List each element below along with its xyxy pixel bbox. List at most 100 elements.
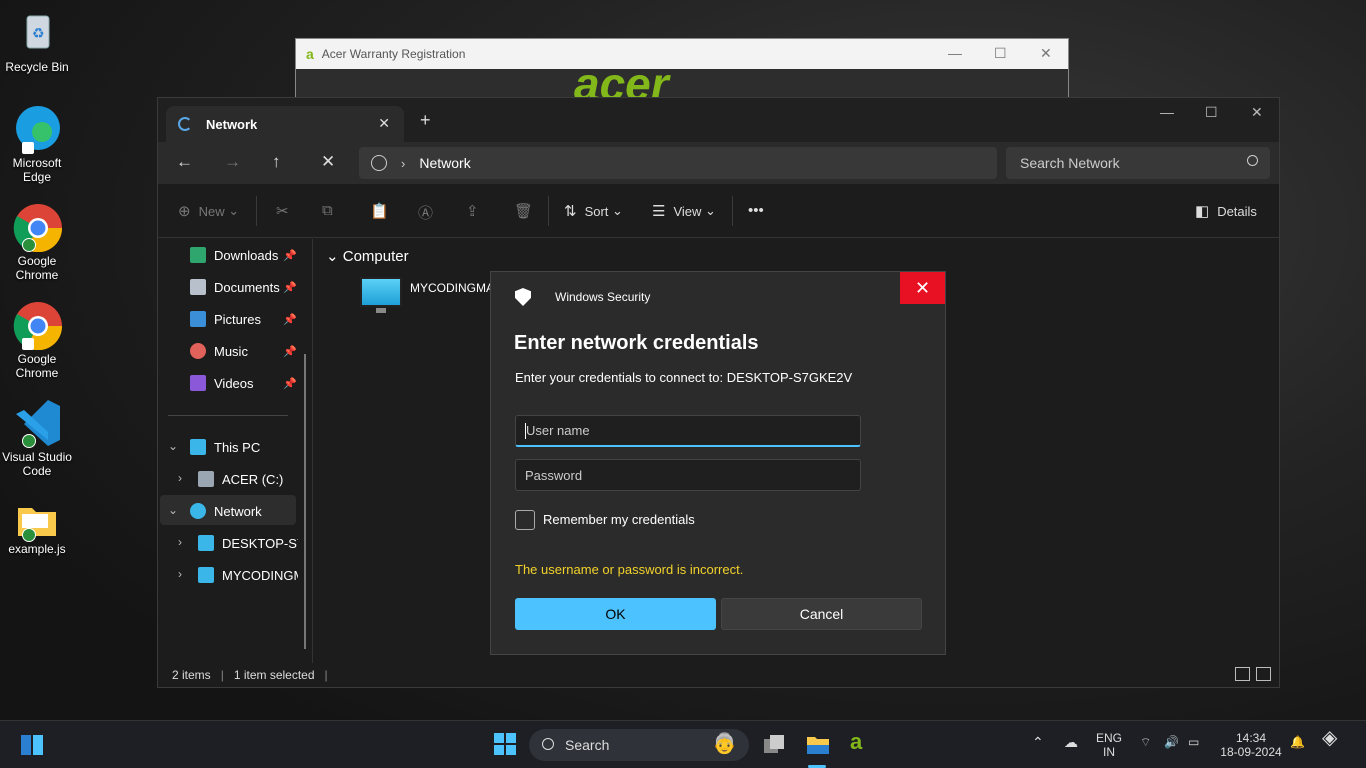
desktop-icon-label: Recycle Bin — [5, 60, 69, 74]
windows-security-dialog[interactable]: ✕ Windows Security Enter network credent… — [490, 271, 946, 655]
copy-button[interactable]: ⧉ — [322, 202, 341, 219]
paste-button[interactable]: 📋 — [370, 202, 397, 220]
sidebar-item-desktop[interactable]: DESKTOP-S7GI — [198, 529, 298, 557]
copilot-icon[interactable]: ◈ — [1322, 728, 1337, 748]
remember-label[interactable]: Remember my credentials — [543, 512, 695, 527]
forward-button[interactable]: → — [224, 152, 241, 172]
view-list-icon: ☰ — [652, 203, 666, 220]
close-tab-icon[interactable]: ✕ — [378, 115, 390, 132]
new-button[interactable]: ⊕ New ⌄ — [178, 202, 239, 220]
maximize-button[interactable]: ☐ — [1205, 104, 1218, 121]
chevron-down-icon[interactable]: ⌄ — [168, 439, 178, 453]
large-icons-view-icon[interactable] — [1256, 667, 1271, 681]
username-field[interactable]: User name — [515, 415, 861, 447]
rename-button[interactable]: Ⓐ — [418, 202, 441, 223]
details-pane-icon: ◧ — [1195, 203, 1210, 220]
close-window-button[interactable]: ✕ — [1251, 104, 1263, 121]
details-button[interactable]: ◧ Details — [1195, 202, 1257, 220]
back-button[interactable]: ← — [176, 152, 193, 172]
sort-button[interactable]: ⇅ Sort ⌄ — [564, 202, 623, 220]
chevron-down-icon[interactable]: ⌄ — [168, 503, 178, 517]
ok-button[interactable]: OK — [515, 598, 716, 630]
desktop-icon-vscode[interactable]: Visual Studio Code — [2, 398, 72, 478]
password-field[interactable]: Password — [515, 459, 861, 491]
tab-title: Network — [206, 116, 258, 132]
stop-loading-button[interactable]: ✕ — [321, 152, 335, 172]
chevron-right-icon: › — [401, 155, 406, 171]
sidebar-scrollbar[interactable] — [304, 354, 306, 649]
clipboard-icon: 📋 — [370, 203, 389, 220]
sidebar-item-downloads[interactable]: Downloads — [190, 241, 278, 269]
divider — [548, 196, 549, 226]
pin-icon: 📌 — [283, 282, 297, 294]
desktop-icon-recycle-bin[interactable]: ♻ Recycle Bin — [2, 8, 72, 74]
task-view-button[interactable] — [762, 733, 786, 760]
network-icon — [190, 503, 206, 519]
search-input[interactable]: Search Network — [1006, 147, 1270, 179]
cut-button[interactable]: ✂ — [276, 202, 297, 220]
sidebar-item-network[interactable]: Network — [190, 497, 262, 525]
desktop-icon-example-js[interactable]: example.js — [2, 500, 72, 556]
clock[interactable]: 14:34 18-09-2024 — [1218, 731, 1284, 759]
this-pc-icon — [190, 439, 206, 455]
shortcut-arrow-icon — [22, 338, 34, 350]
view-button[interactable]: ☰ View ⌄ — [652, 202, 716, 220]
details-view-icon[interactable] — [1235, 667, 1250, 681]
start-button[interactable] — [494, 733, 516, 755]
more-options-button[interactable]: ••• — [748, 202, 772, 219]
new-tab-button[interactable]: + — [420, 110, 431, 131]
tab-network[interactable]: Network ✕ — [166, 106, 404, 142]
taskbar-search[interactable]: Search 👵 — [529, 729, 749, 761]
desktop-icon-chrome-1[interactable]: Google Chrome — [2, 202, 72, 282]
onedrive-icon[interactable]: ☁ — [1064, 735, 1078, 749]
share-button[interactable]: ⇪ — [466, 202, 487, 220]
rename-icon: Ⓐ — [418, 205, 434, 222]
cancel-button[interactable]: Cancel — [721, 598, 922, 630]
dialog-heading: Enter network credentials — [514, 332, 759, 354]
sidebar-item-music[interactable]: Music — [190, 337, 248, 365]
shortcut-arrow-icon — [22, 142, 34, 154]
widgets-button[interactable] — [20, 733, 44, 760]
desktop-icon-chrome-2[interactable]: Google Chrome — [2, 300, 72, 380]
battery-icon[interactable]: ▭ — [1188, 735, 1199, 749]
copy-icon: ⧉ — [322, 202, 333, 219]
error-message: The username or password is incorrect. — [515, 562, 744, 577]
up-button[interactable]: ↑ — [272, 152, 281, 172]
language-indicator[interactable]: ENG IN — [1096, 731, 1122, 759]
computer-icon — [198, 567, 214, 583]
sidebar-item-documents[interactable]: Documents — [190, 273, 280, 301]
minimize-button[interactable]: — — [1160, 104, 1174, 120]
trash-icon: 🗑 — [514, 203, 534, 220]
task-view-icon — [764, 735, 784, 753]
notification-bell-icon[interactable]: 🔔 — [1290, 735, 1305, 749]
plus-circle-icon: ⊕ — [178, 203, 191, 220]
chevron-right-icon[interactable]: › — [178, 535, 182, 549]
file-explorer-taskbar-button[interactable] — [806, 733, 830, 760]
sidebar-item-mycodingma[interactable]: MYCODINGMA — [198, 561, 298, 589]
sidebar-item-videos[interactable]: Videos — [190, 369, 254, 397]
edge-icon — [12, 104, 62, 154]
acer-close-button[interactable]: ✕ — [1040, 45, 1052, 62]
chevron-up-icon[interactable]: ⌃ — [1032, 735, 1044, 749]
search-icon — [542, 738, 554, 750]
command-bar: ⊕ New ⌄ ✂ ⧉ 📋 Ⓐ ⇪ 🗑 ⇅ Sort ⌄ ☰ View ⌄ ••• ◧… — [158, 184, 1279, 238]
close-icon[interactable]: ✕ — [900, 272, 945, 304]
acer-app-taskbar-icon[interactable]: a — [850, 729, 862, 755]
address-bar[interactable]: › Network — [359, 147, 997, 179]
remember-checkbox[interactable] — [515, 510, 535, 530]
acer-minimize-button[interactable]: — — [948, 45, 962, 61]
network-computer-item[interactable]: MYCODINGMA — [360, 277, 494, 313]
wifi-icon[interactable]: ⌔ — [1140, 735, 1151, 749]
sidebar-item-pictures[interactable]: Pictures — [190, 305, 261, 333]
delete-button[interactable]: 🗑 — [514, 202, 541, 220]
acer-maximize-button[interactable]: ☐ — [994, 45, 1007, 62]
sidebar-item-this-pc[interactable]: This PC — [190, 433, 260, 461]
desktop-icon-edge[interactable]: Microsoft Edge — [2, 104, 72, 184]
group-header-computer[interactable]: ⌄ Computer — [326, 247, 409, 265]
chevron-right-icon[interactable]: › — [178, 567, 182, 581]
acer-app-icon: a — [306, 46, 314, 62]
volume-icon[interactable]: 🔊 — [1164, 735, 1179, 749]
music-icon — [190, 343, 206, 359]
chevron-right-icon[interactable]: › — [178, 471, 182, 485]
sidebar-item-acer-c[interactable]: ACER (C:) — [198, 465, 283, 493]
